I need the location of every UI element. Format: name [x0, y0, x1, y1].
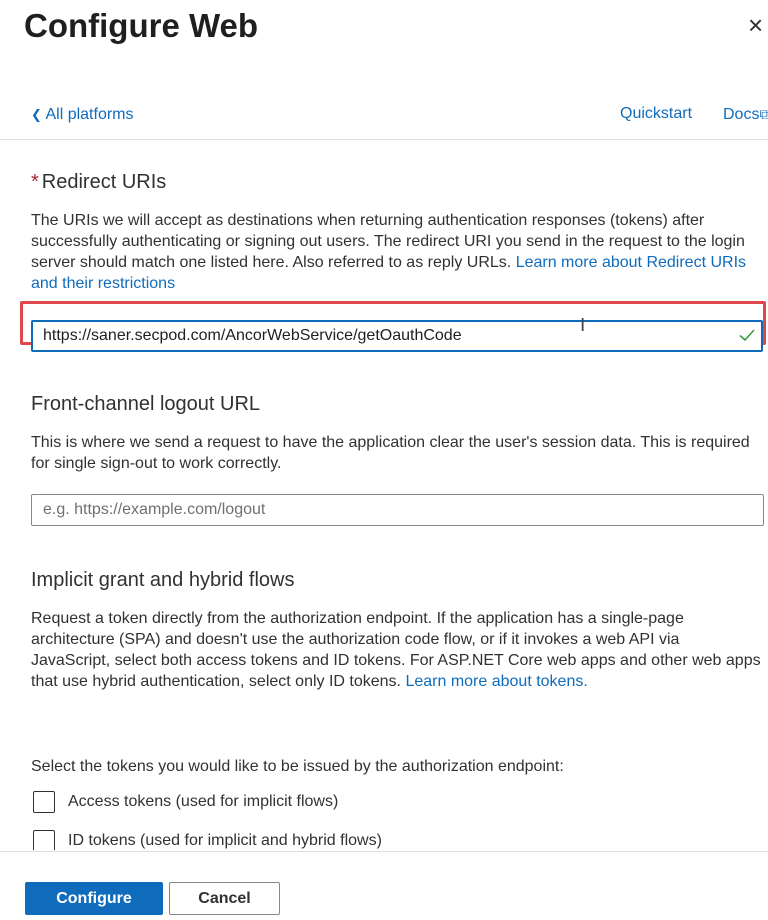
panel-footer: Configure Cancel — [0, 851, 768, 920]
tokens-learn-more-link[interactable]: Learn more about tokens. — [405, 673, 587, 690]
cancel-button[interactable]: Cancel — [169, 882, 280, 915]
redirect-uri-field — [31, 320, 763, 352]
chevron-left-icon: ❮ — [31, 107, 42, 122]
quickstart-link[interactable]: Quickstart — [620, 103, 692, 125]
access-tokens-option[interactable]: Access tokens (used for implicit flows) — [33, 791, 338, 813]
text-cursor-icon: I — [580, 315, 586, 336]
redirect-uri-input[interactable] — [33, 322, 723, 350]
redirect-uris-description: The URIs we will accept as destinations … — [31, 210, 763, 294]
docs-link[interactable]: Docs⧉ — [723, 103, 768, 126]
all-platforms-label: All platforms — [45, 106, 134, 123]
external-link-icon: ⧉ — [759, 106, 768, 122]
token-select-prompt: Select the tokens you would like to be i… — [31, 758, 564, 775]
implicit-grant-heading: Implicit grant and hybrid flows — [31, 569, 295, 591]
redirect-uris-heading-text: Redirect URIs — [41, 171, 167, 193]
checkmark-icon — [739, 329, 755, 342]
logout-url-input[interactable] — [31, 494, 764, 526]
docs-label: Docs — [723, 106, 760, 123]
all-platforms-link[interactable]: ❮ All platforms — [31, 104, 134, 126]
close-icon[interactable]: × — [748, 10, 763, 40]
logout-url-heading: Front-channel logout URL — [31, 393, 261, 415]
id-tokens-option[interactable]: ID tokens (used for implicit and hybrid … — [33, 830, 382, 850]
redirect-uris-heading: * Redirect URIs — [31, 168, 166, 196]
implicit-grant-description: Request a token directly from the author… — [31, 608, 763, 692]
required-marker: * — [31, 171, 39, 193]
access-tokens-label: Access tokens (used for implicit flows) — [68, 793, 339, 810]
configure-button[interactable]: Configure — [25, 882, 163, 915]
access-tokens-checkbox[interactable] — [33, 791, 55, 813]
panel-title: Configure Web — [24, 7, 259, 44]
implicit-grant-description-text: Request a token directly from the author… — [31, 610, 761, 690]
id-tokens-label: ID tokens (used for implicit and hybrid … — [68, 832, 382, 849]
panel-content[interactable]: * Redirect URIs The URIs we will accept a… — [0, 140, 768, 850]
logout-url-description: This is where we send a request to have … — [31, 434, 750, 472]
id-tokens-checkbox[interactable] — [33, 830, 55, 850]
